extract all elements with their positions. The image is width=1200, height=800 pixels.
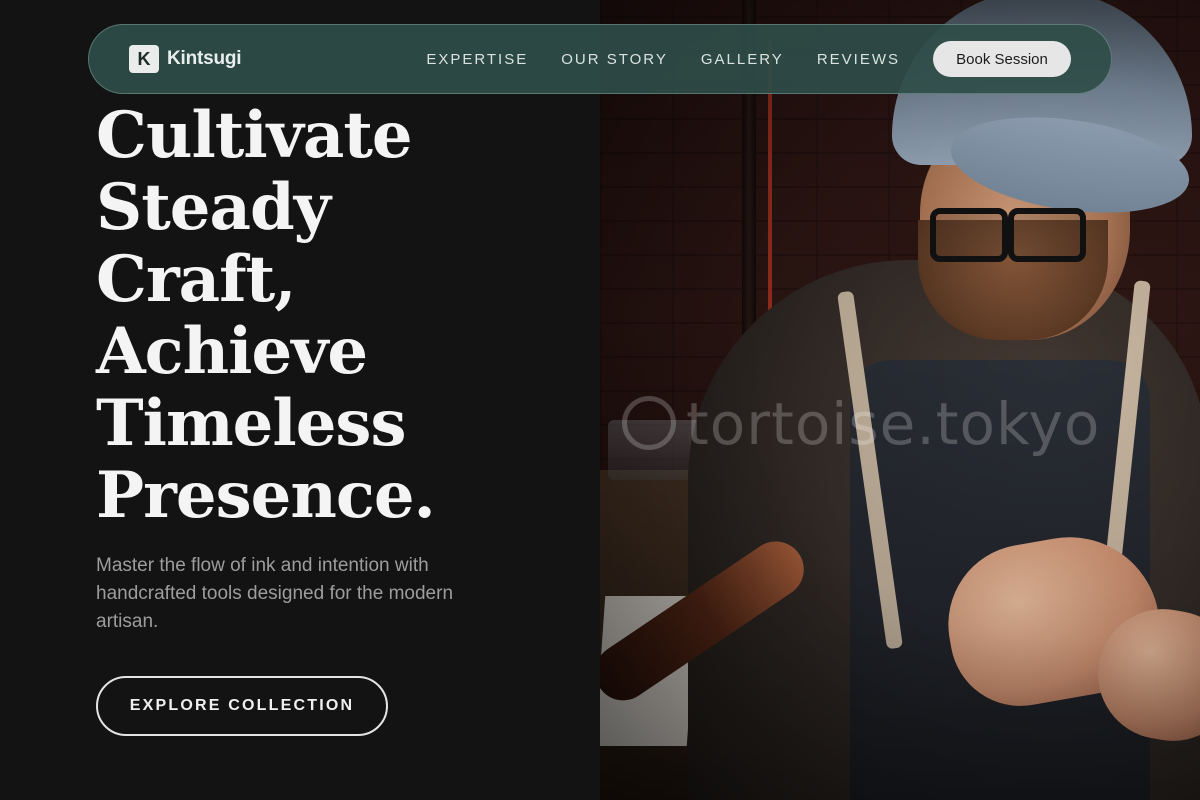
headline-line: Timeless bbox=[96, 386, 406, 461]
headline-line: Craft, bbox=[96, 242, 297, 317]
nav-link-gallery[interactable]: GALLERY bbox=[701, 51, 784, 68]
watermark-icon bbox=[622, 396, 676, 450]
hero-copy: Cultivate Steady Craft, Achieve Timeless… bbox=[96, 100, 576, 532]
headline-line: Steady bbox=[96, 170, 331, 245]
nav-link-expertise[interactable]: EXPERTISE bbox=[426, 51, 528, 68]
nav-link-our-story[interactable]: OUR STORY bbox=[561, 51, 668, 68]
book-session-button[interactable]: Book Session bbox=[933, 41, 1071, 77]
watermark: tortoise.tokyo bbox=[622, 390, 1100, 458]
explore-collection-button[interactable]: EXPLORE COLLECTION bbox=[96, 676, 388, 736]
brand-logo[interactable]: K Kintsugi bbox=[129, 45, 242, 73]
landing-page: tortoise.tokyo K Kintsugi EXPERTISE OUR … bbox=[0, 0, 1200, 800]
headline-line: Achieve bbox=[96, 314, 368, 389]
top-navigation: K Kintsugi EXPERTISE OUR STORY GALLERY R… bbox=[88, 24, 1112, 94]
hero-headline: Cultivate Steady Craft, Achieve Timeless… bbox=[96, 100, 576, 532]
hero-subtitle: Master the flow of ink and intention wit… bbox=[96, 555, 454, 632]
brand-name: Kintsugi bbox=[167, 48, 242, 69]
headline-line: Presence. bbox=[96, 458, 436, 533]
watermark-text: tortoise.tokyo bbox=[686, 390, 1101, 458]
headline-line: Cultivate bbox=[96, 98, 413, 173]
brand-mark-icon: K bbox=[129, 45, 159, 73]
nav-link-reviews[interactable]: REVIEWS bbox=[817, 51, 900, 68]
hero-photo: tortoise.tokyo bbox=[600, 0, 1200, 800]
nav-links: EXPERTISE OUR STORY GALLERY REVIEWS Book… bbox=[426, 41, 1071, 77]
